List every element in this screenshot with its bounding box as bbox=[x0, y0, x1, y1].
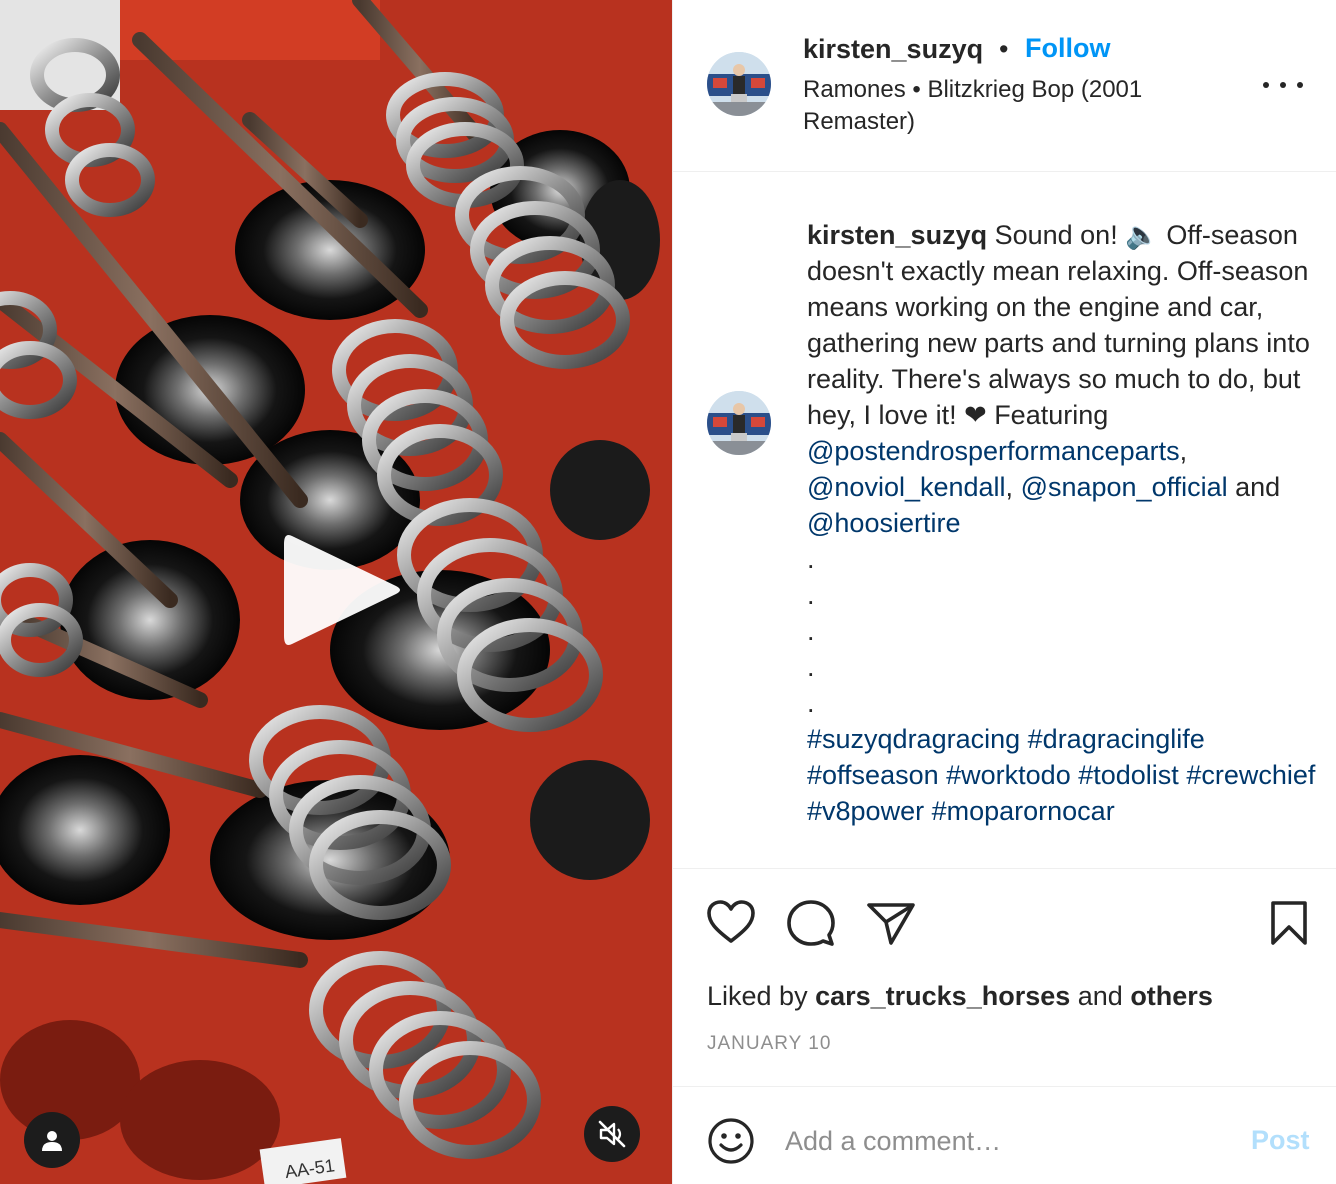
avatar[interactable] bbox=[707, 52, 771, 116]
caption-avatar[interactable] bbox=[707, 391, 771, 455]
more-options-button[interactable] bbox=[1263, 70, 1303, 100]
post-caption: kirsten_suzyq Sound on! 🔈 Off-season doe… bbox=[807, 220, 1316, 826]
more-horizontal-icon bbox=[1263, 82, 1269, 88]
heart-icon bbox=[707, 900, 755, 943]
caption-dot: . bbox=[807, 616, 815, 646]
header-separator-dot: • bbox=[999, 34, 1009, 64]
hashtag-link[interactable]: #v8power bbox=[807, 796, 924, 826]
caption-dot: . bbox=[807, 544, 815, 574]
author-username[interactable]: kirsten_suzyq bbox=[803, 34, 983, 65]
smiley-icon bbox=[708, 1118, 754, 1164]
user-tag-button[interactable] bbox=[24, 1112, 80, 1168]
comment-bubble-icon bbox=[787, 900, 835, 946]
hashtag-link[interactable]: #moparornocar bbox=[932, 796, 1115, 826]
post-details-panel: kirsten_suzyq • Follow Ramones • Blitzkr… bbox=[672, 0, 1336, 1184]
caption-text: Sound on! 🔈 Off-season doesn't exactly m… bbox=[807, 220, 1310, 430]
likes-summary: Liked by cars_trucks_horses and others bbox=[707, 981, 1213, 1011]
post-header: kirsten_suzyq • Follow Ramones • Blitzkr… bbox=[673, 0, 1336, 172]
user-icon bbox=[42, 1131, 62, 1151]
mention-link[interactable]: @hoosiertire bbox=[807, 508, 960, 538]
comment-button[interactable] bbox=[785, 897, 837, 949]
mention-link[interactable]: @snapon_official bbox=[1021, 472, 1228, 502]
save-button[interactable] bbox=[1263, 897, 1315, 949]
caption-dot: . bbox=[807, 688, 815, 718]
play-icon[interactable] bbox=[280, 526, 406, 654]
post-actions: Liked by cars_trucks_horses and others J… bbox=[673, 868, 1336, 1086]
caption-dot: . bbox=[807, 580, 815, 610]
caption-dot: . bbox=[807, 652, 815, 682]
share-button[interactable] bbox=[865, 897, 917, 949]
audio-attribution[interactable]: Ramones • Blitzkrieg Bop (2001 Remaster) bbox=[803, 74, 1203, 138]
mention-link[interactable]: @postendrosperformanceparts bbox=[807, 436, 1180, 466]
mute-toggle-button[interactable] bbox=[584, 1106, 640, 1162]
post-comment-button[interactable]: Post bbox=[1251, 1125, 1310, 1156]
post-media[interactable]: AA-51 bbox=[0, 0, 672, 1184]
add-comment-bar: Post bbox=[673, 1086, 1336, 1184]
hashtag-link[interactable]: #dragracinglife bbox=[1028, 724, 1205, 754]
paper-plane-icon bbox=[867, 903, 915, 945]
bookmark-icon bbox=[1271, 901, 1307, 945]
liked-by-user-link[interactable]: cars_trucks_horses bbox=[815, 981, 1070, 1011]
emoji-button[interactable] bbox=[707, 1117, 755, 1165]
mention-link[interactable]: @noviol_kendall bbox=[807, 472, 1006, 502]
hashtag-link[interactable]: #crewchief bbox=[1186, 760, 1315, 790]
comment-input[interactable] bbox=[785, 1123, 1225, 1159]
hashtag-link[interactable]: #suzyqdragracing bbox=[807, 724, 1020, 754]
follow-button[interactable]: Follow bbox=[1025, 33, 1110, 64]
liked-by-others-link[interactable]: others bbox=[1130, 981, 1213, 1011]
post-date[interactable]: JANUARY 10 bbox=[707, 1033, 831, 1055]
caption-scroll-area[interactable]: kirsten_suzyq Sound on! 🔈 Off-season doe… bbox=[673, 173, 1336, 867]
speaker-muted-icon bbox=[598, 1120, 626, 1148]
like-button[interactable] bbox=[705, 897, 757, 949]
caption-username[interactable]: kirsten_suzyq bbox=[807, 220, 987, 250]
hashtag-link[interactable]: #offseason bbox=[807, 760, 939, 790]
hashtag-link[interactable]: #todolist bbox=[1078, 760, 1179, 790]
hashtag-link[interactable]: #worktodo bbox=[946, 760, 1071, 790]
